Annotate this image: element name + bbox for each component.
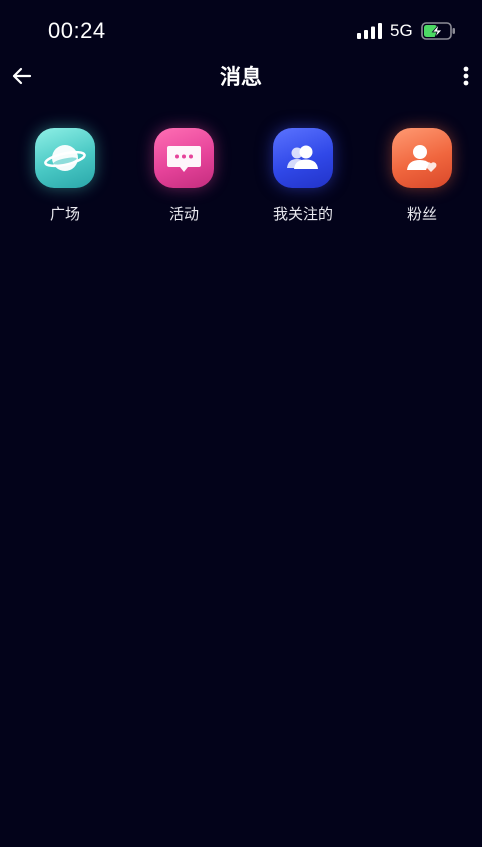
header: 消息 bbox=[0, 55, 482, 97]
category-label: 广场 bbox=[49, 205, 80, 223]
chat-bubble-icon-tile bbox=[154, 128, 214, 188]
battery-charging-icon bbox=[421, 22, 455, 40]
users-icon bbox=[287, 145, 318, 169]
more-vertical-icon bbox=[463, 66, 469, 86]
status-time: 00:24 bbox=[48, 18, 106, 43]
category-following[interactable]: 我关注的 bbox=[253, 128, 353, 228]
planet-icon bbox=[44, 145, 86, 171]
user-heart-icon bbox=[407, 145, 437, 172]
more-button[interactable] bbox=[452, 61, 480, 91]
status-bar: 00:24 5G bbox=[0, 0, 482, 60]
category-label: 活动 bbox=[168, 205, 199, 223]
category-plaza[interactable]: 广场 bbox=[15, 128, 115, 228]
category-row: 广场 活动 我关注的 粉丝 bbox=[0, 128, 482, 228]
user-heart-icon-tile bbox=[392, 128, 452, 188]
chat-bubble-icon bbox=[167, 146, 201, 172]
planet-icon-tile bbox=[35, 128, 95, 188]
category-fans[interactable]: 粉丝 bbox=[372, 128, 472, 228]
signal-icon bbox=[357, 23, 382, 39]
category-activity[interactable]: 活动 bbox=[134, 128, 234, 228]
users-icon-tile bbox=[273, 128, 333, 188]
category-label: 我关注的 bbox=[272, 205, 333, 223]
category-label: 粉丝 bbox=[406, 205, 437, 223]
network-type: 5G bbox=[390, 21, 413, 40]
page-title: 消息 bbox=[220, 65, 262, 89]
